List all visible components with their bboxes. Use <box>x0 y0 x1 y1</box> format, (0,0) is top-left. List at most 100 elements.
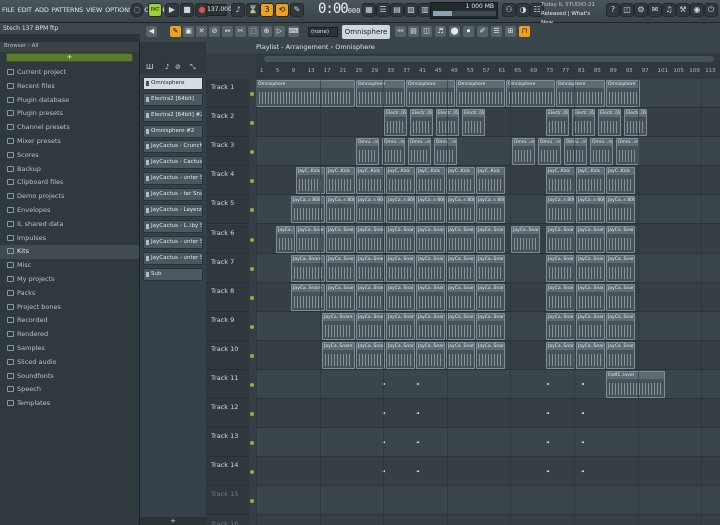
track-lane[interactable] <box>256 399 720 429</box>
pattern-clip[interactable]: JayCa..Snare <box>386 225 415 253</box>
mute-all-icon[interactable]: ⊘ <box>175 63 184 71</box>
pattern-clip[interactable]: JayCa..Snare <box>606 312 635 340</box>
snap-selector[interactable]: (none) <box>308 27 338 37</box>
audio-clip[interactable] <box>581 438 591 446</box>
pattern-clip[interactable]: JayC..Kick <box>576 167 605 195</box>
channel-button[interactable]: JayCactus - Cactus 808 <box>143 156 203 170</box>
browser-item[interactable]: My projects <box>0 273 139 287</box>
browser-item[interactable]: Plugin database <box>0 94 139 108</box>
pattern-clip[interactable]: Electr..[64bit] <box>572 109 595 137</box>
loop-record-icon[interactable]: ⟲ <box>275 3 289 17</box>
timeline-ruler[interactable]: 1 5 9 13 17 21 25 29 33 37 41 45 49 53 57 61 65 69 73 77 81 8… <box>256 54 720 79</box>
pattern-clip[interactable]: Omni...re #2 <box>538 138 561 166</box>
rack-icon[interactable]: ☰ <box>491 26 502 37</box>
browser-item[interactable]: Envelopes <box>0 204 139 218</box>
pattern-view-icon[interactable]: Ш <box>146 63 155 71</box>
track-enable-led[interactable] <box>250 150 254 155</box>
delete-tool-icon[interactable]: ✕ <box>196 26 207 37</box>
playlist-shortcut-icon[interactable]: ▧ <box>404 3 418 17</box>
pattern-clip[interactable]: Omnisphere <box>556 80 605 107</box>
channel-button[interactable]: Electra2 [64bit] <box>143 92 203 106</box>
pattern-clip[interactable]: JayC..Kick <box>446 167 475 195</box>
pattern-clip[interactable]: JayCa..Snare <box>546 341 575 369</box>
track-header[interactable]: Track 12 <box>206 399 249 429</box>
magnet-icon[interactable]: ⊓ <box>519 26 530 37</box>
track-header[interactable]: Track 14 <box>206 457 249 487</box>
keyboard-icon[interactable]: ⌨ <box>288 26 299 37</box>
browser-item[interactable]: Clipboard files <box>0 176 139 190</box>
pattern-clip[interactable]: JayCa..Snare <box>576 254 605 282</box>
step-edit-icon[interactable]: ✎ <box>290 3 304 17</box>
browser-item[interactable]: IL shared data <box>0 218 139 232</box>
pattern-clip[interactable]: JayCa..Snare <box>606 341 635 369</box>
power-icon[interactable]: ⏻ <box>704 3 718 17</box>
pattern-clip[interactable]: JayCa..Snare <box>446 312 475 340</box>
track-lane[interactable]: JayCa..SnareJayCa..SnareJayCa..SnareJayC… <box>256 282 720 312</box>
pattern-clip[interactable]: JayCa..Snare <box>416 312 445 340</box>
track-lane[interactable]: JayC..Kick JayC..Kick JayC..Kick JayC..Kick… <box>256 166 720 196</box>
track-lane[interactable] <box>256 486 720 516</box>
pattern-clip[interactable]: JayCa..Snare <box>606 283 635 311</box>
audio-clip[interactable] <box>581 467 591 475</box>
pattern-clip[interactable]: JayC..Kick <box>326 167 355 195</box>
slice-tool-icon[interactable]: ✂ <box>235 26 246 37</box>
track-lane[interactable]: Omnisphere Omnisphere Omnisphere Omnisphere… <box>256 79 720 108</box>
pattern-clip[interactable]: JayCa..Snare <box>606 254 635 282</box>
audio-clip[interactable] <box>546 438 556 446</box>
pattern-clip[interactable]: JayCa..Snare <box>356 283 385 311</box>
song-position-clock[interactable]: 0:00000 <box>318 1 360 19</box>
channel-button[interactable]: JayCactus - Layerz Snare <box>143 204 203 218</box>
channel-button[interactable]: JayCactus - Crunch Kick <box>143 140 203 154</box>
pattern-clip[interactable]: JayC..Kick <box>606 167 635 195</box>
pattern-clip[interactable]: JayCa..Snare <box>386 254 415 282</box>
pattern-clip[interactable]: JayCa..Snare <box>322 341 355 369</box>
playback-tool-icon[interactable]: ▷ <box>274 26 285 37</box>
channel-button[interactable]: Omnisphere <box>143 76 203 90</box>
track-lane[interactable]: Fadf1..level <box>256 370 720 399</box>
track-header[interactable]: Track 7 <box>206 253 249 283</box>
zoom-tool-icon[interactable]: ⊕ <box>261 26 272 37</box>
audio-clip[interactable] <box>416 467 426 475</box>
browser-item[interactable]: Rendered <box>0 328 139 342</box>
channel-button[interactable]: Sub <box>143 267 203 281</box>
pattern-clip[interactable]: JayCa..Snare <box>386 341 415 369</box>
audio-clip[interactable] <box>416 438 426 446</box>
track-header[interactable]: Track 6 <box>206 224 249 254</box>
pattern-clip[interactable]: JayC..Kick <box>546 167 575 195</box>
menu-patterns[interactable]: PATTERNS <box>52 6 83 14</box>
track-enable-led[interactable] <box>250 353 254 358</box>
pattern-clip[interactable]: Omni...re #2 <box>590 138 613 166</box>
pattern-clip[interactable]: JayCa..s 808 <box>416 196 445 224</box>
select-tool-icon[interactable]: ⬚ <box>248 26 259 37</box>
track-lane[interactable]: JayCa..SnareJayCa..SnareJayCa..SnareJayC… <box>256 224 720 254</box>
pattern-clip[interactable]: JayC..Kick <box>386 167 415 195</box>
link-icon[interactable]: ⚯ <box>395 26 406 37</box>
pattern-clip[interactable]: Electr..[64bit] <box>598 109 621 137</box>
pattern-clip[interactable]: JayCa..Snare <box>446 341 475 369</box>
pattern-clip[interactable]: Omni...re #2 <box>382 138 405 166</box>
pattern-clip[interactable]: Electr..[64bit] <box>410 109 433 137</box>
pattern-clip[interactable]: JayCa..Snare <box>476 254 505 282</box>
track-enable-led[interactable] <box>250 266 254 271</box>
track-enable-led[interactable] <box>250 383 254 387</box>
channel-rack-shortcut-icon[interactable]: ▤ <box>390 3 404 17</box>
browser-item[interactable]: Templates <box>0 397 139 411</box>
pattern-clip[interactable]: JayCa..s 808 <box>326 196 355 224</box>
track-lane[interactable] <box>256 457 720 487</box>
audio-clip[interactable] <box>416 409 426 417</box>
pattern-clip[interactable]: Omnisphere <box>606 80 640 107</box>
track-lane[interactable]: JayCa..SnareJayCa..SnareJayCa..SnareJayC… <box>256 253 720 283</box>
track-enable-led[interactable] <box>250 499 254 504</box>
ruler-icon[interactable]: ⊞ <box>505 26 516 37</box>
track-header[interactable]: Track 11 <box>206 370 249 399</box>
pattern-clip[interactable]: JayCa..Snare <box>546 225 575 253</box>
pattern-clip[interactable]: Electr..[64bit] <box>546 109 569 137</box>
browser-item[interactable]: Mixer presets <box>0 135 139 149</box>
pattern-clip[interactable]: Omni...re #2 <box>616 138 639 166</box>
track-enable-led[interactable] <box>250 412 254 417</box>
browser-add-button[interactable]: + <box>6 53 133 62</box>
channel-button[interactable]: JayCactus - L..iby Snare <box>143 219 203 233</box>
browser-item[interactable]: Kits <box>0 245 139 260</box>
audio-clip[interactable] <box>546 380 556 388</box>
track-enable-led[interactable] <box>250 121 254 126</box>
